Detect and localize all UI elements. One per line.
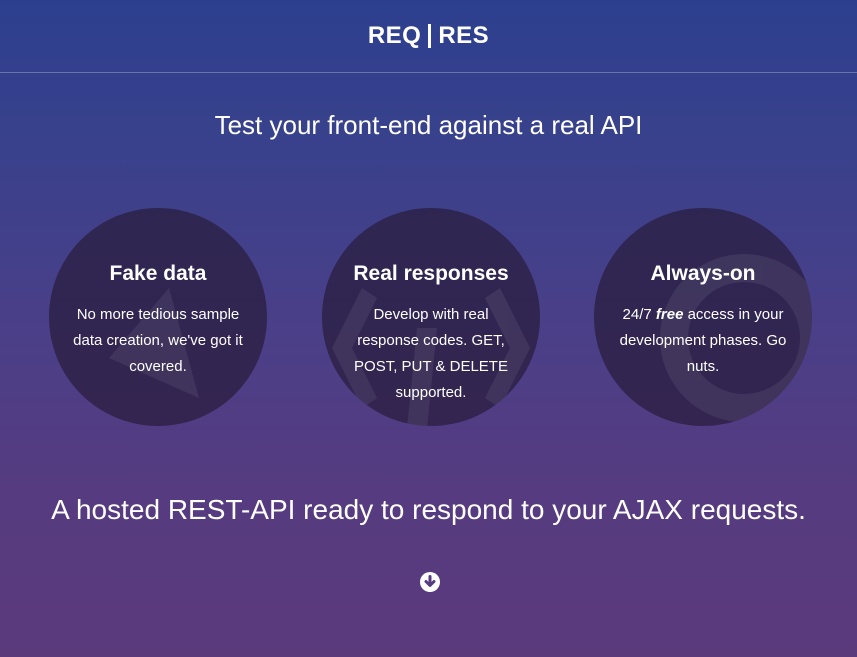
feature-always-on: Always-on 24/7 free access in your devel… xyxy=(594,208,812,426)
feature-title: Fake data xyxy=(109,262,207,285)
top-bar: REQ RES xyxy=(0,0,857,73)
scroll-down-button[interactable] xyxy=(420,572,440,592)
logo-res: RES xyxy=(438,22,490,49)
feature-title: Always-on xyxy=(650,262,756,285)
feature-text-emphasis: free xyxy=(655,306,684,323)
feature-text-before: 24/7 xyxy=(622,306,656,323)
arrow-down-circle-icon xyxy=(424,575,436,587)
site-logo[interactable]: REQ RES xyxy=(368,22,489,50)
logo-separator xyxy=(428,24,432,48)
features-section: Fake data No more tedious sample data cr… xyxy=(0,208,857,428)
logo-req: REQ xyxy=(367,22,422,49)
feature-description: Develop with real response codes. GET, P… xyxy=(354,306,508,401)
feature-fake-data: Fake data No more tedious sample data cr… xyxy=(49,208,267,426)
hero-tagline: Test your front-end against a real API xyxy=(214,110,643,140)
feature-description: No more tedious sample data creation, we… xyxy=(73,306,243,375)
feature-title: Real responses xyxy=(353,262,509,285)
hero-headline: A hosted REST-API ready to respond to yo… xyxy=(51,494,806,525)
feature-description: 24/7 free access in your development pha… xyxy=(613,302,793,380)
feature-real-responses: Real responses Develop with real respons… xyxy=(322,208,540,426)
